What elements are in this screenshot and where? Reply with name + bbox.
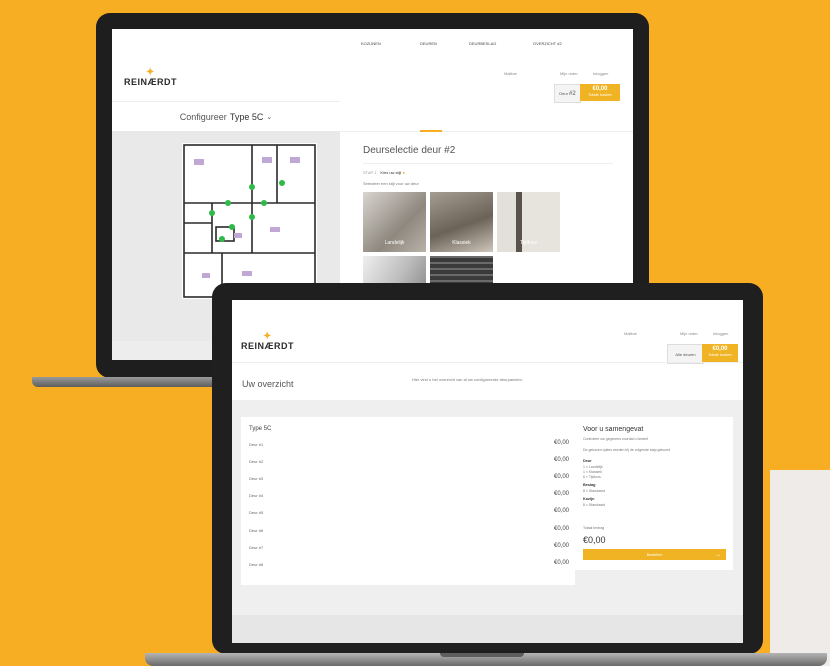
summary-item: 8 × Standaard (583, 503, 606, 507)
all-doors-button[interactable]: Alle deuren (667, 344, 704, 364)
total-value: €0,00 (583, 535, 606, 545)
laptop-back-base (32, 377, 220, 387)
fittings-heading: Beslag (583, 483, 596, 487)
step-label: STAP 1 Kies uw stijl ● (363, 170, 405, 175)
total-label: Totaal bedrag (583, 526, 605, 530)
divider (363, 163, 613, 164)
door-row[interactable]: Deur #1 €0,00 (249, 440, 569, 450)
summary-desc: Controleer uw gegevens voordat u bestelt (583, 437, 648, 441)
summary-item: 1 × Landelijk (583, 465, 603, 469)
door-option-tijdloos[interactable]: Tijdloos (497, 192, 560, 252)
tab-bar (340, 101, 633, 132)
laptop-notch (440, 653, 524, 657)
active-tab-indicator (420, 130, 442, 132)
brand-logo[interactable]: ✦ REINÆRDT (241, 331, 294, 351)
order-button[interactable]: Bestellen → (583, 549, 726, 560)
arrow-right-icon: → (715, 551, 721, 558)
mail-link[interactable]: Mailtoe (504, 71, 517, 76)
total-price[interactable]: €0,00 Totale kosten (702, 344, 738, 362)
door-option-landelijk[interactable]: Landelijk (363, 192, 426, 252)
tab-deurbeslag[interactable]: DEURBESLAG (469, 41, 496, 46)
door-row[interactable]: Deur #3 €0,00 (249, 474, 569, 484)
my-order-link[interactable]: Mijn order (560, 71, 578, 76)
footer-band (232, 615, 743, 643)
summary-item: 8 × Standaard (583, 489, 606, 493)
type-heading: Type 5C (249, 426, 272, 432)
info-icon: ● (402, 170, 405, 175)
laptop-front: ✦ REINÆRDT Mailtoe Mijn order Inloggen A… (212, 283, 763, 654)
mail-link[interactable]: Mailtoe (624, 331, 637, 336)
summary-item: 1 × Klassiek (583, 470, 602, 474)
overview-screen: ✦ REINÆRDT Mailtoe Mijn order Inloggen A… (232, 300, 743, 643)
door-row[interactable]: Deur #8 €0,00 (249, 560, 569, 570)
door-heading: Deur (583, 459, 592, 463)
door-row[interactable]: Deur #5 €0,00 (249, 508, 569, 518)
floorplan[interactable] (182, 143, 317, 299)
logo-mark-icon: ✦ (146, 67, 155, 78)
summary-item: 6 × Tijdloos (583, 475, 601, 479)
intro-text: Hier vind u het overzicht van al uw conf… (412, 377, 523, 382)
door-row[interactable]: Deur #4 €0,00 (249, 491, 569, 501)
door-row[interactable]: Deur #2 €0,00 (249, 457, 569, 467)
tab-overzicht[interactable]: OVERZICHT #2 (533, 41, 562, 46)
my-order-link[interactable]: Mijn order (680, 331, 698, 336)
frames-heading: Kozijn (583, 497, 595, 501)
logo-mark-icon: ✦ (263, 331, 272, 342)
summary-title: Voor u samengevat (583, 426, 644, 433)
door-row[interactable]: Deur #7 €0,00 (249, 543, 569, 553)
door-option-klassiek[interactable]: Klassiek (430, 192, 493, 252)
door-row[interactable]: Deur #6 €0,00 (249, 526, 569, 536)
brand-logo[interactable]: ✦ REINÆRDT (124, 67, 177, 87)
step-subtitle: Selecteer een stijl voor uw deur (363, 181, 419, 186)
summary-desc: De gekozen opties worden bij de volgende… (583, 448, 671, 452)
tab-kozijnen[interactable]: KOZIJNEN (361, 41, 381, 46)
chevron-down-icon: ⌄ (266, 114, 273, 121)
configure-type-selector[interactable]: Configureer Type 5C ⌄ (112, 101, 340, 133)
login-link[interactable]: Inloggen (593, 71, 608, 76)
tab-deuren[interactable]: DEUREN (420, 41, 437, 46)
page-title: Deurselectie deur #2 (363, 145, 456, 156)
total-price[interactable]: €0,00 Totale kosten (580, 84, 620, 101)
login-link[interactable]: Inloggen (713, 331, 728, 336)
page-title: Uw overzicht (242, 379, 294, 389)
background-panel (770, 470, 830, 666)
